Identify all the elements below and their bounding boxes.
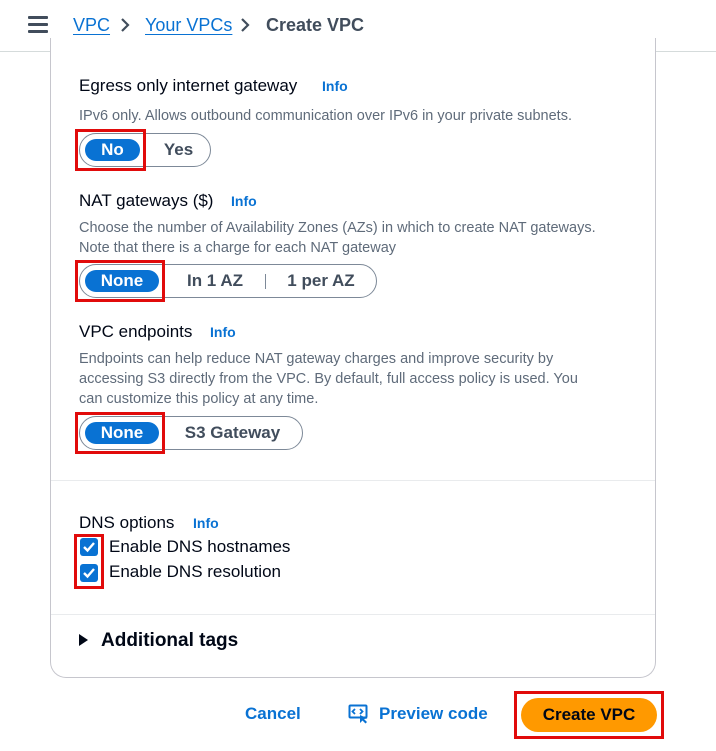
breadcrumb-current: Create VPC [266,15,365,35]
nat-gateways-label: NAT gateways ($) [79,191,214,210]
egress-gateway-info-link[interactable]: Info [322,76,348,96]
endpoints-option-s3-gateway[interactable]: S3 Gateway [170,422,295,444]
endpoints-description-line-2: accessing S3 directly from the VPC. By d… [79,371,578,387]
cancel-button[interactable]: Cancel [245,703,301,725]
caret-right-icon [79,634,88,646]
endpoints-description-line-3: can customize this policy at any time. [79,391,319,407]
vpc-endpoints-segmented-control: None S3 Gateway [79,416,303,450]
segment-divider [265,274,266,289]
section-divider [51,614,655,615]
nat-gateways-info-link[interactable]: Info [231,191,257,211]
egress-gateway-segmented-control: No Yes [79,133,211,167]
checkmark-icon [83,542,95,553]
hamburger-menu-icon[interactable] [28,16,48,34]
dns-resolution-checkbox[interactable] [80,564,98,582]
breadcrumb-vpc[interactable]: VPC [73,14,110,36]
vpc-endpoints-label: VPC endpoints [79,322,193,341]
chevron-right-icon [121,18,130,32]
nat-gateways-segmented-control: None In 1 AZ 1 per AZ [79,264,377,298]
preview-code-button[interactable]: Preview code [379,703,488,725]
egress-option-yes[interactable]: Yes [150,139,207,161]
checkmark-icon [83,568,95,579]
preview-code-icon[interactable] [348,704,370,724]
nat-option-none[interactable]: None [85,270,159,292]
chevron-right-icon [241,18,250,32]
nat-description-line-2: Note that there is a charge for each NAT… [79,240,397,256]
vpc-endpoints-info-link[interactable]: Info [210,322,236,342]
breadcrumb-your-vpcs[interactable]: Your VPCs [145,14,232,36]
dns-options-label: DNS options [79,513,175,532]
dns-resolution-label[interactable]: Enable DNS resolution [109,561,281,583]
egress-option-no[interactable]: No [85,139,140,161]
dns-hostnames-checkbox[interactable] [80,538,98,556]
create-vpc-button[interactable]: Create VPC [521,698,657,732]
additional-tags-label: Additional tags [101,630,239,651]
endpoints-option-none[interactable]: None [85,422,159,444]
endpoints-description-line-1: Endpoints can help reduce NAT gateway ch… [79,351,554,367]
section-divider [51,480,655,481]
egress-gateway-label: Egress only internet gateway [79,76,298,95]
dns-options-info-link[interactable]: Info [193,513,219,533]
nat-description-line-1: Choose the number of Availability Zones … [79,220,596,236]
dns-hostnames-label[interactable]: Enable DNS hostnames [109,536,290,558]
egress-gateway-description: IPv6 only. Allows outbound communication… [79,108,572,124]
nat-option-in-1-az[interactable]: In 1 AZ [174,270,256,292]
nat-option-1-per-az[interactable]: 1 per AZ [276,270,366,292]
